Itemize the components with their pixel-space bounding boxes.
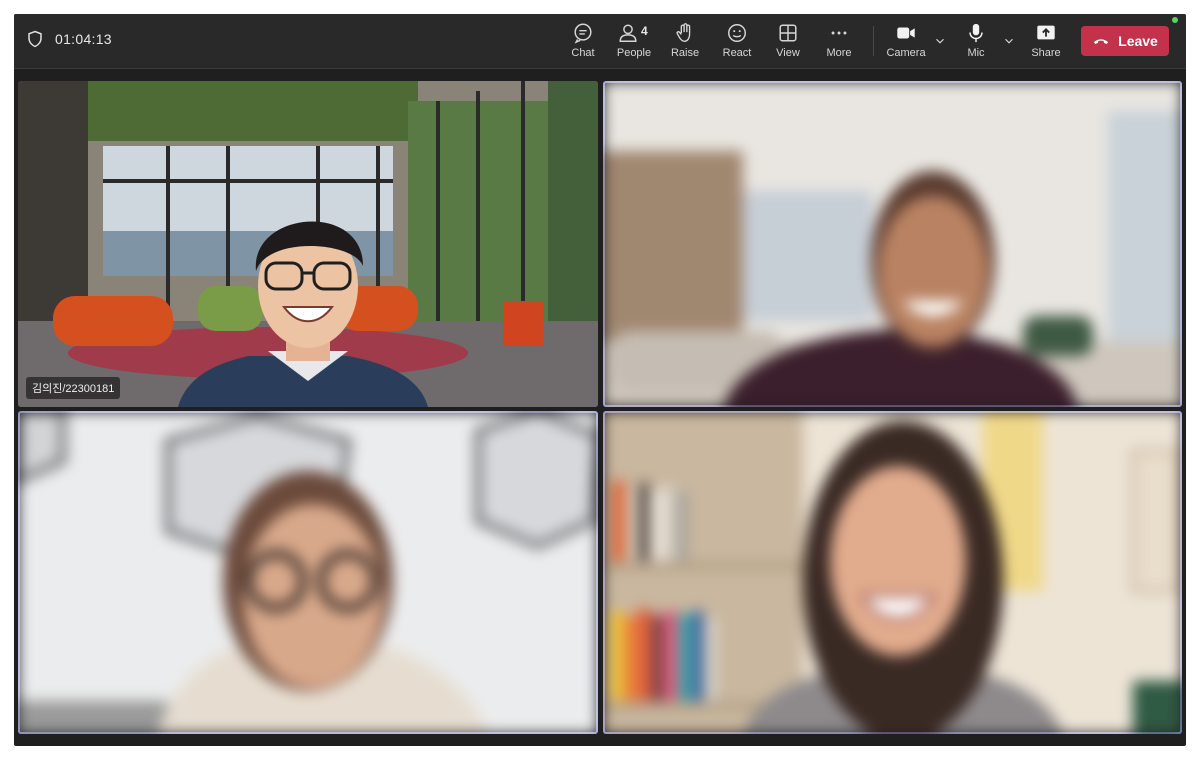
chevron-down-icon[interactable] (933, 34, 947, 48)
chat-label: Chat (571, 47, 595, 59)
mic-icon (969, 23, 983, 43)
share-label: Share (1031, 47, 1061, 59)
meeting-timer: 01:04:13 (55, 31, 112, 47)
camera-button[interactable]: Camera (878, 22, 934, 64)
shield-icon[interactable] (26, 30, 44, 48)
people-label: People (616, 47, 652, 59)
react-button[interactable]: React (709, 22, 765, 64)
view-button[interactable]: View (760, 22, 816, 64)
chevron-down-icon[interactable] (1002, 34, 1016, 48)
more-label: More (826, 47, 852, 59)
react-label: React (722, 47, 752, 59)
people-icon (619, 24, 637, 42)
share-button[interactable]: Share (1018, 22, 1074, 64)
meeting-window: 01:04:13 Chat 4 People Raise React View … (14, 14, 1186, 746)
participant-video (603, 411, 1182, 734)
participant-video (603, 81, 1182, 407)
people-button[interactable]: 4 People (606, 22, 662, 64)
leave-label: Leave (1118, 33, 1158, 49)
mic-label: Mic (967, 47, 985, 59)
phone-hangup-icon (1094, 39, 1109, 44)
raise-label: Raise (670, 47, 700, 59)
participant-video-tile[interactable] (603, 81, 1182, 407)
more-button[interactable]: More (811, 22, 867, 64)
status-indicator (1172, 17, 1178, 23)
mic-button[interactable]: Mic (948, 22, 1004, 64)
chat-button[interactable]: Chat (555, 22, 611, 64)
leave-button[interactable]: Leave (1081, 26, 1169, 56)
camera-icon (897, 27, 915, 39)
participant-video-tile[interactable] (603, 411, 1182, 734)
meeting-info: 01:04:13 (26, 30, 112, 48)
people-count: 4 (641, 24, 648, 38)
participant-video-tile[interactable]: 김의진/22300181 (18, 81, 598, 407)
meeting-toolbar: 01:04:13 Chat 4 People Raise React View … (14, 14, 1186, 69)
participant-video-tile[interactable] (18, 411, 598, 734)
share-icon (1037, 25, 1055, 40)
raise-hand-button[interactable]: Raise (657, 22, 713, 64)
camera-label: Camera (886, 47, 926, 59)
view-label: View (776, 47, 800, 59)
toolbar-divider (873, 26, 874, 56)
react-icon (728, 24, 746, 42)
view-icon (779, 24, 797, 42)
more-icon (831, 31, 847, 35)
participant-name-tag: 김의진/22300181 (26, 377, 121, 399)
participant-video (18, 411, 598, 734)
participant-video (18, 81, 598, 407)
raise-hand-icon (676, 23, 691, 42)
chat-icon (574, 23, 592, 44)
